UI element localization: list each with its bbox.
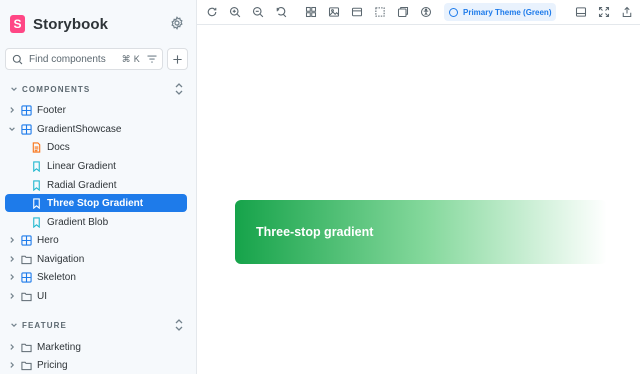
tree-item-label: Docs [47, 141, 70, 153]
component-icon [21, 104, 32, 116]
folder-icon [21, 292, 32, 301]
tree-item-three-stop-gradient[interactable]: Three Stop Gradient [5, 194, 187, 212]
chevron-right-icon [10, 256, 15, 262]
app-name: Storybook [33, 15, 109, 33]
component-icon [21, 234, 32, 246]
chevron-down-icon [9, 127, 15, 132]
expand-collapse-icon[interactable] [173, 318, 185, 332]
bookmark-icon [33, 179, 40, 191]
document-icon [32, 141, 41, 153]
reload-icon[interactable] [206, 6, 218, 18]
sidebar: S Storybook Find components ⌘ K COMPONEN… [0, 0, 197, 374]
section-components-header[interactable]: COMPONENTS [10, 82, 90, 96]
tree-item-label: Radial Gradient [47, 179, 117, 191]
tree-item-label: Marketing [37, 341, 81, 353]
chevron-right-icon [10, 237, 15, 243]
tree-item-label: Footer [37, 104, 66, 116]
tree-item-label: Linear Gradient [47, 160, 116, 172]
bookmark-icon [33, 197, 40, 209]
filter-icon[interactable] [146, 53, 158, 65]
folder-icon [21, 361, 32, 370]
tree-item-skeleton[interactable]: Skeleton [5, 268, 187, 286]
measure-icon[interactable] [397, 6, 409, 18]
component-icon [21, 271, 32, 283]
search-shortcut: ⌘ K [121, 53, 140, 64]
tree-item-label: Gradient Blob [47, 216, 109, 228]
folder-icon [21, 343, 32, 352]
bookmark-icon [33, 216, 40, 228]
gear-icon[interactable] [170, 16, 184, 30]
tree-item-label: Three Stop Gradient [47, 197, 144, 209]
tree-item-linear-gradient[interactable]: Linear Gradient [5, 157, 187, 175]
plus-icon [173, 54, 182, 64]
circle-icon [449, 7, 458, 17]
brand[interactable]: S Storybook [10, 13, 108, 35]
tree-item-label: Pricing [37, 359, 68, 371]
component-icon [21, 123, 32, 135]
section-feature-header[interactable]: FEATURE [10, 318, 67, 332]
fullscreen-icon[interactable] [598, 6, 610, 18]
chevron-down-icon [11, 323, 17, 328]
viewport-icon[interactable] [351, 6, 363, 18]
chevron-down-icon [11, 87, 17, 92]
share-icon[interactable] [621, 6, 633, 18]
tree-item-pricing[interactable]: Pricing [5, 356, 187, 374]
gradient-card-text: Three-stop gradient [256, 225, 374, 239]
accessibility-icon[interactable] [420, 6, 432, 18]
tree-item-label: Hero [37, 234, 59, 246]
tree-item-label: Skeleton [37, 271, 76, 283]
section-title: COMPONENTS [22, 84, 91, 94]
bookmark-icon [33, 160, 40, 172]
tree-item-navigation[interactable]: Navigation [5, 250, 187, 268]
tree-item-ui[interactable]: UI [5, 287, 187, 305]
tree-item-radial-gradient[interactable]: Radial Gradient [5, 176, 187, 194]
search-input[interactable]: Find components ⌘ K [5, 48, 163, 70]
tree-item-gradientshowcase[interactable]: GradientShowcase [5, 120, 187, 138]
chevron-right-icon [10, 344, 15, 350]
toolbar: Primary Theme (Green) [197, 0, 640, 25]
search-icon [12, 54, 23, 64]
chevron-right-icon [10, 274, 15, 280]
tree-item-label: GradientShowcase [37, 123, 122, 135]
zoom-out-icon[interactable] [252, 6, 264, 18]
add-button[interactable] [167, 48, 188, 70]
story-canvas: Three-stop gradient [197, 25, 640, 374]
grid-icon[interactable] [305, 6, 317, 18]
tree-item-docs[interactable]: Docs [5, 138, 187, 156]
zoom-in-icon[interactable] [229, 6, 241, 18]
tree-item-footer[interactable]: Footer [5, 101, 187, 119]
zoom-reset-icon[interactable] [275, 6, 287, 18]
outline-icon[interactable] [374, 6, 386, 18]
chevron-right-icon [10, 107, 15, 113]
tree-item-hero[interactable]: Hero [5, 231, 187, 249]
search-placeholder: Find components [29, 53, 106, 65]
theme-label: Primary Theme (Green) [463, 7, 552, 17]
expand-collapse-icon[interactable] [173, 82, 185, 96]
storybook-logo-icon: S [10, 15, 25, 33]
tree-item-label: Navigation [37, 253, 85, 265]
image-icon[interactable] [328, 6, 340, 18]
tree-item-label: UI [37, 290, 47, 302]
chevron-right-icon [10, 293, 15, 299]
theme-selector-button[interactable]: Primary Theme (Green) [444, 3, 557, 21]
chevron-right-icon [10, 362, 15, 368]
folder-icon [21, 255, 32, 264]
section-title: FEATURE [22, 320, 67, 330]
tree-item-gradient-blob[interactable]: Gradient Blob [5, 213, 187, 231]
panel-toggle-icon[interactable] [575, 6, 587, 18]
gradient-card: Three-stop gradient [235, 200, 607, 264]
tree-item-marketing[interactable]: Marketing [5, 338, 187, 356]
